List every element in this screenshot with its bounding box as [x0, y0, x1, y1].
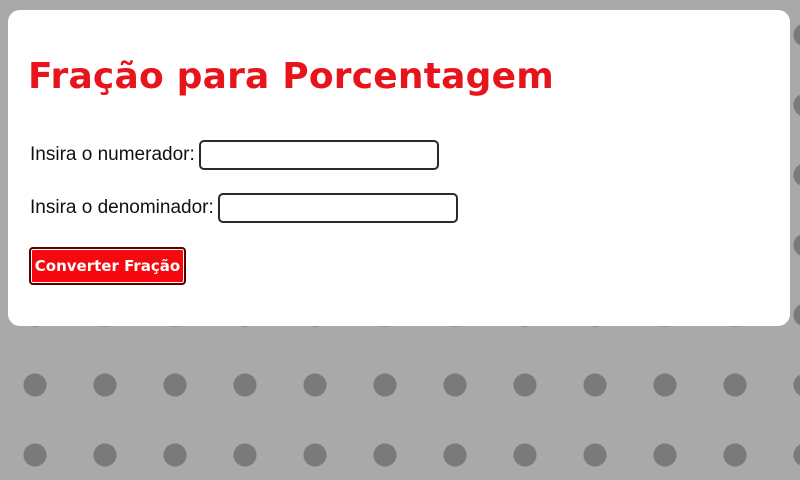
numerator-label: Insira o numerador:	[30, 144, 195, 165]
numerator-row: Insira o numerador:	[30, 140, 439, 170]
numerator-input[interactable]	[198, 140, 439, 170]
denominator-label: Insira o denominador:	[30, 197, 214, 218]
page-title: Fração para Porcentagem	[28, 56, 554, 97]
denominator-row: Insira o denominador:	[30, 193, 458, 223]
denominator-input[interactable]	[217, 193, 458, 223]
convert-button[interactable]: Converter Fração	[29, 247, 186, 285]
